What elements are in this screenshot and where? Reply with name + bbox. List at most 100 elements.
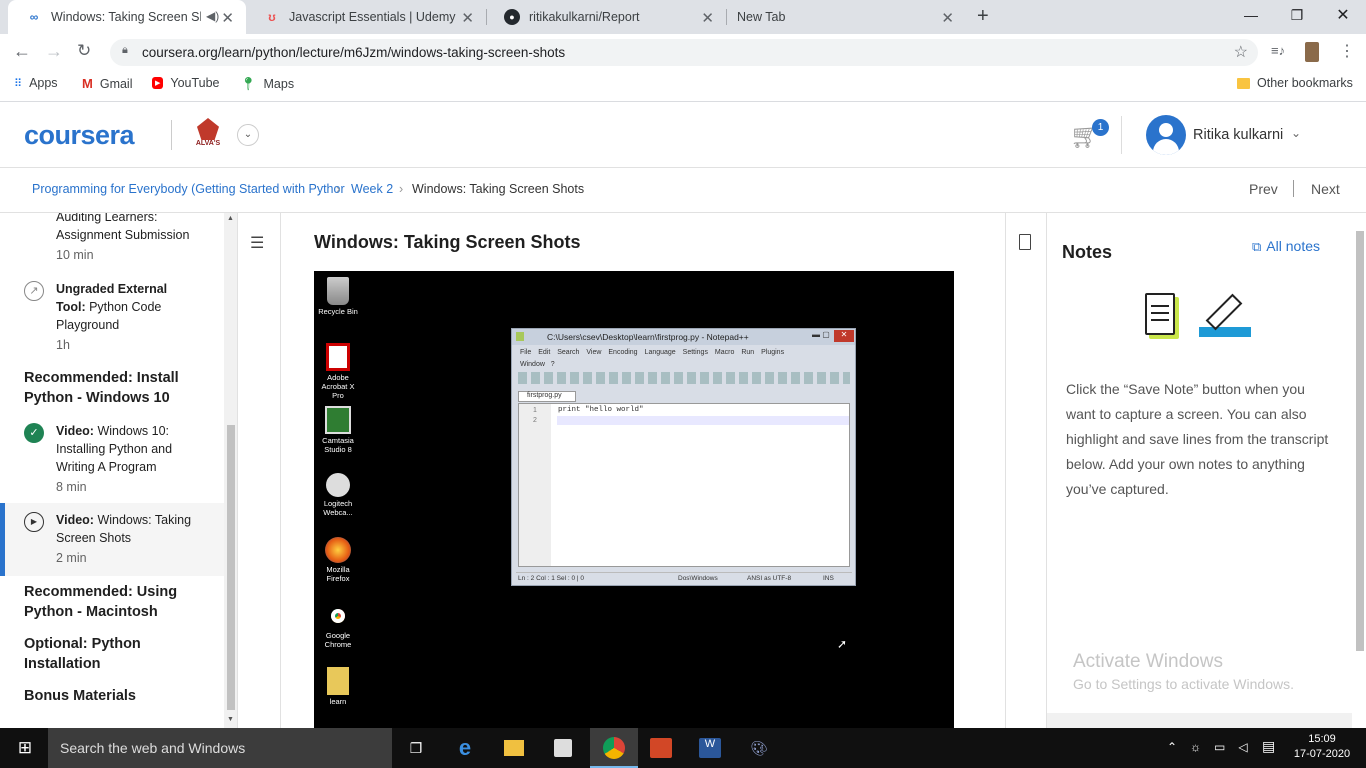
store-icon[interactable] [554,739,572,757]
gmail-icon: M [82,76,93,91]
coursera-logo[interactable]: coursera [24,120,135,151]
notes-title: Notes [1062,242,1113,262]
chevron-right-icon: › [399,182,404,196]
browser-tab-strip: ∞ Windows: Taking Screen Sho ◀︎) ✕ ʊ Jav… [0,0,1366,34]
bookmark-star-icon[interactable]: ☆ [1234,42,1248,62]
breadcrumb-course[interactable]: Programming for Everybody (Getting Start… [32,182,345,196]
bookmark-maps[interactable]: 📍︎ Maps [240,76,294,92]
toc-rail: ☰ [240,213,281,728]
edge-icon[interactable]: e [452,735,478,760]
close-tab-icon[interactable]: ✕ [221,9,234,27]
sidebar-scrollbar[interactable]: ▲ ▼ [224,213,237,728]
list-item[interactable]: ✓ Video: Windows 10: Installing Python a… [0,422,224,496]
org-dropdown-icon[interactable]: ⌄ [237,124,259,146]
play-icon: ▶ [24,512,44,532]
system-tray-icons[interactable]: ⌃☼▭◁ [1167,740,1261,754]
section-heading[interactable]: Bonus Materials [24,686,214,706]
current-line-highlight [557,416,849,425]
back-icon[interactable]: ← [13,41,31,62]
chrome-taskbar-item[interactable] [590,728,638,768]
desktop-icon-recycle-bin: Recycle Bin [318,277,358,316]
bookmark-gmail[interactable]: M Gmail [82,76,133,91]
video-player[interactable]: Recycle Bin Adobe Acrobat X Pro Camtasia… [314,271,954,728]
divider [171,120,172,150]
file-explorer-icon[interactable] [504,740,524,756]
org-emblem-icon [197,118,219,140]
user-name[interactable]: Ritika kulkarni [1193,127,1283,143]
tab-newtab[interactable]: New Tab ✕ [726,0,966,34]
address-bar[interactable]: 🔒︎ coursera.org/learn/python/lecture/m6J… [110,39,1258,66]
list-icon[interactable]: ☰ [250,233,264,253]
forward-icon[interactable]: → [45,41,63,62]
breadcrumb-week[interactable]: Week 2 [351,182,393,196]
paint-icon[interactable]: 🎨︎ [746,736,772,760]
scrollbar-thumb[interactable] [1356,231,1364,651]
taskbar-search[interactable]: Search the web and Windows [48,728,392,768]
new-tab-button[interactable]: + [977,5,989,28]
scroll-down-icon[interactable]: ▼ [227,716,234,723]
notification-icon[interactable]: ▤ [1262,738,1275,755]
maps-pin-icon: 📍︎ [240,76,257,91]
close-tab-icon[interactable]: ✕ [461,9,474,27]
tab-coursera[interactable]: ∞ Windows: Taking Screen Sho ◀︎) ✕ [8,0,246,34]
section-heading[interactable]: Optional: Python Installation [24,634,214,674]
notes-scrollbar[interactable] [1352,213,1366,713]
close-tab-icon[interactable]: ✕ [701,9,714,27]
course-sidebar: Auditing Learners: Assignment Submission… [0,213,238,728]
external-link-icon: ⧉ [1252,239,1262,254]
minimize-icon: ▬ ▢ [812,330,830,339]
powerpoint-icon[interactable] [650,738,672,758]
close-window-button[interactable]: ✕ [1320,0,1366,30]
restore-button[interactable]: ❐ [1274,0,1320,30]
tab-github[interactable]: ● ritikakulkarni/Report ✕ [486,0,726,34]
tab-udemy[interactable]: ʊ Javascript Essentials | Udemy ✕ [246,0,486,34]
list-item[interactable]: ↗ Ungraded External Tool: Python Code Pl… [0,280,224,354]
media-control-icon[interactable]: ≡♪ [1271,43,1285,58]
desktop-icon-learn-folder: learn [318,667,358,706]
org-logo[interactable]: ALVA'S [193,118,223,147]
clock[interactable]: 15:09 17-07-2020 [1290,732,1354,762]
scrollbar-thumb[interactable] [227,425,235,710]
list-item[interactable]: Auditing Learners: Assignment Submission… [0,213,224,264]
list-item-active[interactable]: ▶ Video: Windows: Taking Screen Shots 2 … [0,503,224,576]
minimize-button[interactable]: — [1228,0,1274,30]
task-view-icon[interactable]: ❐ [403,736,429,760]
cart-count-badge: 1 [1092,119,1109,136]
section-heading[interactable]: Recommended: Using Python - Macintosh [24,582,214,622]
all-notes-link[interactable]: ⧉ All notes [1252,238,1320,255]
word-icon[interactable]: W [699,738,721,758]
bookmarks-bar: ⠿ Apps M Gmail ▶ YouTube 📍︎ Maps Other bookm… [0,70,1366,102]
profile-avatar[interactable] [1305,42,1319,62]
scroll-up-icon[interactable]: ▲ [227,215,234,222]
acrobat-icon [326,343,350,371]
chrome-icon [325,603,351,629]
reload-icon[interactable]: ↻ [77,41,91,61]
notes-description: Click the “Save Note” button when you wa… [1066,381,1329,497]
next-button[interactable]: Next [1311,181,1340,197]
menu-dots-icon[interactable]: ⋮ [1339,41,1355,61]
external-tool-icon: ↗ [24,281,44,301]
notepad-file-tab: firstprog.py [518,391,576,402]
prev-button[interactable]: Prev [1249,181,1278,197]
main-content: ☰ Windows: Taking Screen Shots Recycle B… [240,213,1046,728]
github-favicon-icon: ● [504,9,520,25]
user-avatar-icon[interactable] [1146,115,1186,155]
bookmark-apps[interactable]: ⠿ Apps [14,76,58,90]
bookmark-youtube[interactable]: ▶ YouTube [152,76,220,90]
notes-panel-icon[interactable] [1019,234,1031,250]
youtube-icon: ▶ [152,77,164,89]
section-heading[interactable]: Recommended: Install Python - Windows 10 [24,368,214,408]
udemy-favicon-icon: ʊ [268,10,276,24]
speaker-icon[interactable]: ◀︎) [206,9,219,23]
coursera-favicon-icon: ∞ [29,10,39,24]
recycle-bin-icon [327,277,349,305]
close-tab-icon[interactable]: ✕ [941,9,954,27]
notepad-toolbar-icons [518,372,850,384]
windows-start-icon[interactable]: ⊞ [12,736,38,760]
desktop-icon-camtasia: Camtasia Studio 8 [318,406,358,454]
activate-watermark-sub: Go to Settings to activate Windows. [1073,676,1294,692]
page-title: Windows: Taking Screen Shots [314,232,581,252]
chevron-down-icon[interactable]: ⌄ [1291,126,1301,140]
notes-horizontal-scrollbar[interactable] [1047,713,1352,728]
other-bookmarks[interactable]: Other bookmarks [1237,76,1353,90]
